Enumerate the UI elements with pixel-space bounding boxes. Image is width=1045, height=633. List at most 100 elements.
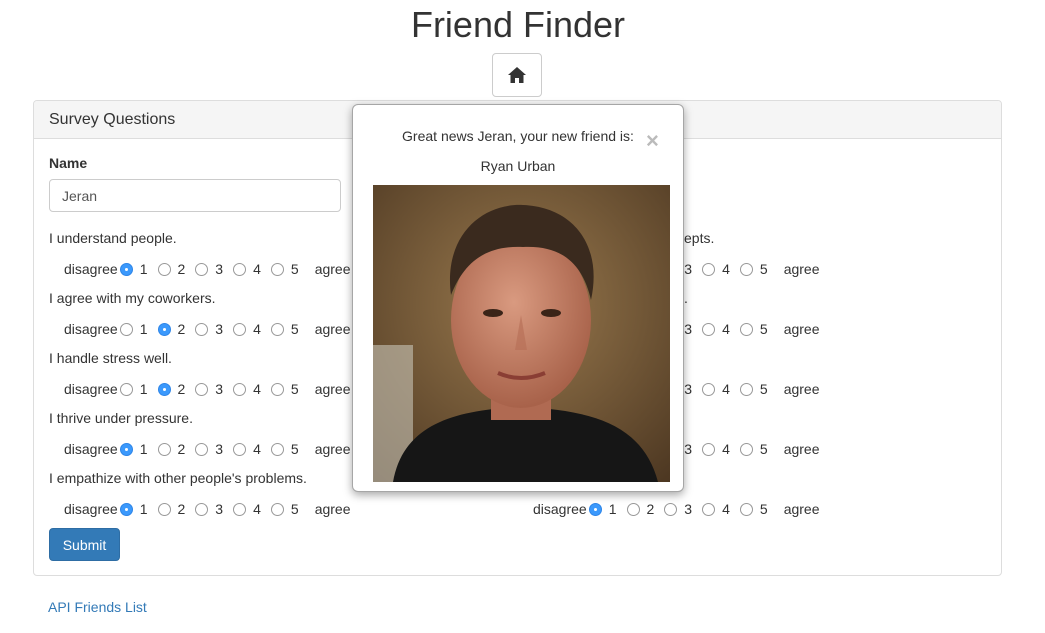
- rating-number: 5: [290, 381, 299, 397]
- radio-left4-5[interactable]: [270, 502, 284, 516]
- rating-number: 5: [290, 501, 299, 517]
- home-button[interactable]: [492, 53, 542, 97]
- rating-option-3[interactable]: 3: [195, 261, 223, 277]
- submit-button[interactable]: Submit: [49, 528, 120, 561]
- rating-option-5[interactable]: 5: [270, 261, 299, 277]
- radio-left1-3[interactable]: [195, 322, 209, 336]
- radio-left4-4[interactable]: [233, 502, 247, 516]
- radio-left0-2[interactable]: [157, 262, 171, 276]
- radio-left4-3[interactable]: [195, 502, 209, 516]
- radio-left3-3[interactable]: [195, 442, 209, 456]
- rating-option-5[interactable]: 5: [270, 501, 299, 517]
- radio-left0-3[interactable]: [195, 262, 209, 276]
- radio-left2-1[interactable]: [119, 382, 133, 396]
- rating-option-4[interactable]: 4: [702, 261, 730, 277]
- disagree-label: disagree: [64, 261, 118, 277]
- radio-left1-1[interactable]: [119, 322, 133, 336]
- rating-option-3[interactable]: 3: [195, 381, 223, 397]
- agree-label: agree: [783, 381, 820, 397]
- rating-option-2[interactable]: 2: [157, 261, 185, 277]
- rating-option-3[interactable]: 3: [195, 441, 223, 457]
- disagree-label: disagree: [64, 441, 118, 457]
- rating-option-2[interactable]: 2: [157, 381, 185, 397]
- rating-option-5[interactable]: 5: [739, 321, 768, 337]
- rating-option-2[interactable]: 2: [626, 501, 654, 517]
- radio-right4-2[interactable]: [626, 502, 640, 516]
- rating-number: 5: [759, 321, 768, 337]
- radio-left2-2[interactable]: [157, 382, 171, 396]
- rating-option-4[interactable]: 4: [702, 501, 730, 517]
- radio-right2-4[interactable]: [702, 382, 716, 396]
- rating-number: 5: [759, 261, 768, 277]
- rating-option-5[interactable]: 5: [270, 321, 299, 337]
- radio-left4-1[interactable]: [119, 502, 133, 516]
- rating-number: 5: [290, 261, 299, 277]
- radio-left1-2[interactable]: [157, 322, 171, 336]
- radio-left4-2[interactable]: [157, 502, 171, 516]
- radio-left3-1[interactable]: [119, 442, 133, 456]
- close-icon[interactable]: ×: [646, 130, 659, 152]
- radio-right2-5[interactable]: [739, 382, 753, 396]
- rating-option-4[interactable]: 4: [233, 501, 261, 517]
- rating-number: 5: [290, 321, 299, 337]
- page-title: Friend Finder: [410, 4, 626, 45]
- radio-right4-5[interactable]: [739, 502, 753, 516]
- radio-right4-3[interactable]: [664, 502, 678, 516]
- radio-left1-4[interactable]: [233, 322, 247, 336]
- radio-left1-5[interactable]: [270, 322, 284, 336]
- rating-option-2[interactable]: 2: [157, 441, 185, 457]
- rating-option-3[interactable]: 3: [195, 501, 223, 517]
- radio-right1-5[interactable]: [739, 322, 753, 336]
- rating-option-3[interactable]: 3: [664, 501, 692, 517]
- rating-option-1[interactable]: 1: [588, 501, 617, 517]
- rating-option-5[interactable]: 5: [739, 441, 768, 457]
- rating-option-4[interactable]: 4: [702, 441, 730, 457]
- rating-option-4[interactable]: 4: [233, 381, 261, 397]
- rating-option-5[interactable]: 5: [270, 381, 299, 397]
- radio-left3-2[interactable]: [157, 442, 171, 456]
- radio-left2-3[interactable]: [195, 382, 209, 396]
- rating-option-1[interactable]: 1: [119, 501, 148, 517]
- rating-option-4[interactable]: 4: [702, 321, 730, 337]
- rating-option-2[interactable]: 2: [157, 501, 185, 517]
- agree-label: agree: [783, 501, 820, 517]
- radio-left0-4[interactable]: [233, 262, 247, 276]
- radio-left0-1[interactable]: [119, 262, 133, 276]
- rating-option-1[interactable]: 1: [119, 261, 148, 277]
- rating-option-5[interactable]: 5: [739, 381, 768, 397]
- rating-option-4[interactable]: 4: [233, 261, 261, 277]
- radio-right3-4[interactable]: [702, 442, 716, 456]
- disagree-label: disagree: [64, 501, 118, 517]
- radio-left3-5[interactable]: [270, 442, 284, 456]
- rating-option-5[interactable]: 5: [739, 261, 768, 277]
- rating-option-5[interactable]: 5: [270, 441, 299, 457]
- radio-right3-5[interactable]: [739, 442, 753, 456]
- rating-option-2[interactable]: 2: [157, 321, 185, 337]
- radio-right0-4[interactable]: [702, 262, 716, 276]
- radio-right4-1[interactable]: [588, 502, 602, 516]
- rating-option-5[interactable]: 5: [739, 501, 768, 517]
- rating-number: 4: [253, 441, 261, 457]
- radio-right1-4[interactable]: [702, 322, 716, 336]
- question-text: I thrive under pressure.: [49, 410, 193, 426]
- rating-option-1[interactable]: 1: [119, 321, 148, 337]
- radio-left2-4[interactable]: [233, 382, 247, 396]
- rating-option-1[interactable]: 1: [119, 381, 148, 397]
- radio-left2-5[interactable]: [270, 382, 284, 396]
- name-input[interactable]: [49, 179, 341, 212]
- name-label: Name: [49, 155, 88, 171]
- api-friends-list-link[interactable]: API Friends List: [48, 599, 147, 615]
- rating-option-3[interactable]: 3: [195, 321, 223, 337]
- radio-left0-5[interactable]: [270, 262, 284, 276]
- rating-option-4[interactable]: 4: [702, 381, 730, 397]
- rating-option-1[interactable]: 1: [119, 441, 148, 457]
- rating-option-4[interactable]: 4: [233, 321, 261, 337]
- radio-right4-4[interactable]: [702, 502, 716, 516]
- rating-option-4[interactable]: 4: [233, 441, 261, 457]
- disagree-label: disagree: [64, 381, 118, 397]
- rating-number: 4: [253, 501, 261, 517]
- radio-left3-4[interactable]: [233, 442, 247, 456]
- agree-label: agree: [783, 321, 820, 337]
- radio-right0-5[interactable]: [739, 262, 753, 276]
- rating-number: 1: [139, 381, 148, 397]
